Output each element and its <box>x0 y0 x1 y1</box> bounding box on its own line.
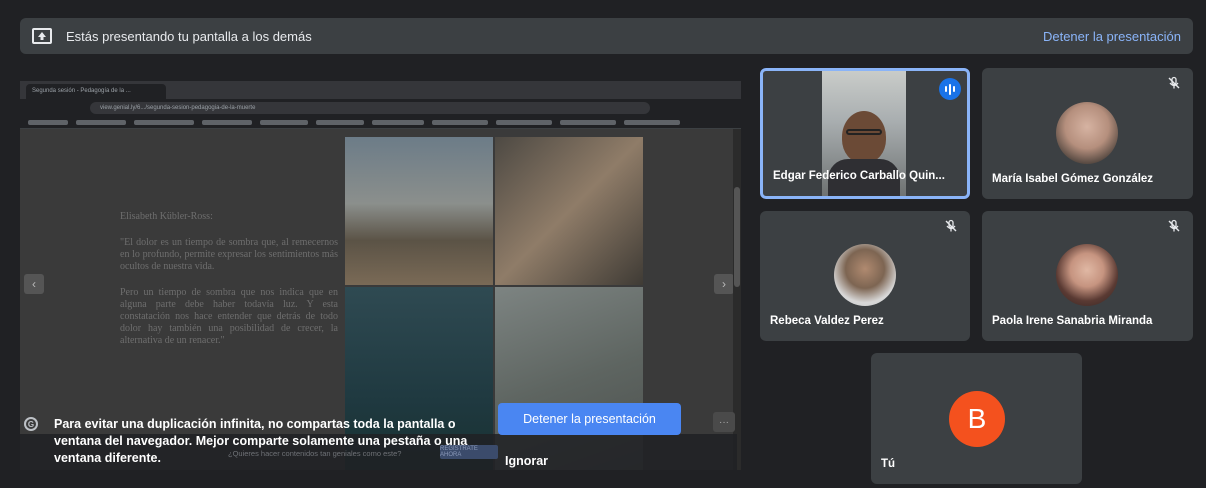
genially-logo-icon: G <box>24 417 38 431</box>
banner-message: Estás presentando tu pantalla a los demá… <box>66 28 312 44</box>
bookmark-item <box>316 120 364 125</box>
participant-avatar <box>834 244 896 306</box>
photo-beach <box>345 137 493 285</box>
more-options-icon[interactable]: ··· <box>713 412 735 432</box>
participant-name: Tú <box>881 458 896 470</box>
quote-text: Elisabeth Kübler-Ross: "El dolor es un t… <box>120 211 338 361</box>
browser-tab: Segunda sesión - Pedagogía de la ... <box>26 84 166 99</box>
participant-name: María Isabel Gómez González <box>992 173 1154 185</box>
bookmark-item <box>496 120 552 125</box>
presenting-banner: Estás presentando tu pantalla a los demá… <box>20 18 1193 54</box>
participant-face <box>842 111 886 163</box>
participant-tile-maria[interactable]: María Isabel Gómez González <box>982 68 1193 199</box>
participant-glasses <box>846 129 882 135</box>
participant-avatar <box>1056 244 1118 306</box>
ignore-button[interactable]: Ignorar <box>489 450 564 472</box>
quote-paragraph-2: Pero un tiempo de sombra que nos indica … <box>120 287 338 346</box>
participant-tile-self[interactable]: B Tú <box>871 353 1082 484</box>
bookmark-item <box>134 120 194 125</box>
participant-tile-edgar[interactable]: Edgar Federico Carballo Quin... <box>760 68 970 199</box>
participant-name: Edgar Federico Carballo Quin... <box>773 170 945 182</box>
participant-tile-rebeca[interactable]: Rebeca Valdez Perez <box>760 211 970 341</box>
quote-paragraph-1: "El dolor es un tiempo de sombra que, al… <box>120 237 338 272</box>
bookmark-item <box>372 120 424 125</box>
photo-crying-woman <box>495 137 643 285</box>
present-screen-icon <box>32 28 52 44</box>
stop-presenting-link[interactable]: Detener la presentación <box>1043 29 1181 44</box>
speaking-indicator-icon <box>939 78 961 100</box>
browser-address-bar: view.genial.ly/6.../segunda-sesion-pedag… <box>20 99 741 117</box>
bookmark-item <box>202 120 252 125</box>
quote-author: Elisabeth Kübler-Ross: <box>120 211 213 222</box>
bookmark-item <box>624 120 680 125</box>
bookmark-item <box>28 120 68 125</box>
scroll-thumb <box>734 187 740 287</box>
mic-off-icon <box>1168 76 1180 89</box>
bookmark-item <box>76 120 126 125</box>
bookmark-item <box>260 120 308 125</box>
address-field: view.genial.ly/6.../segunda-sesion-pedag… <box>90 102 650 114</box>
self-avatar: B <box>949 391 1005 447</box>
bookmarks-bar <box>20 117 741 129</box>
bookmark-item <box>432 120 488 125</box>
prev-slide-button[interactable]: ‹ <box>24 274 44 294</box>
participant-avatar <box>1056 102 1118 164</box>
next-slide-button[interactable]: › <box>714 274 734 294</box>
stop-presenting-button[interactable]: Detener la presentación <box>498 403 681 435</box>
participant-name: Rebeca Valdez Perez <box>770 315 884 327</box>
mic-off-icon <box>945 219 957 232</box>
browser-tab-strip: Segunda sesión - Pedagogía de la ... <box>20 81 741 99</box>
mic-off-icon <box>1168 219 1180 232</box>
participant-name: Paola Irene Sanabria Miranda <box>992 315 1153 327</box>
bookmark-item <box>560 120 616 125</box>
participant-tile-paola[interactable]: Paola Irene Sanabria Miranda <box>982 211 1193 341</box>
duplication-warning: Para evitar una duplicación infinita, no… <box>54 417 468 465</box>
